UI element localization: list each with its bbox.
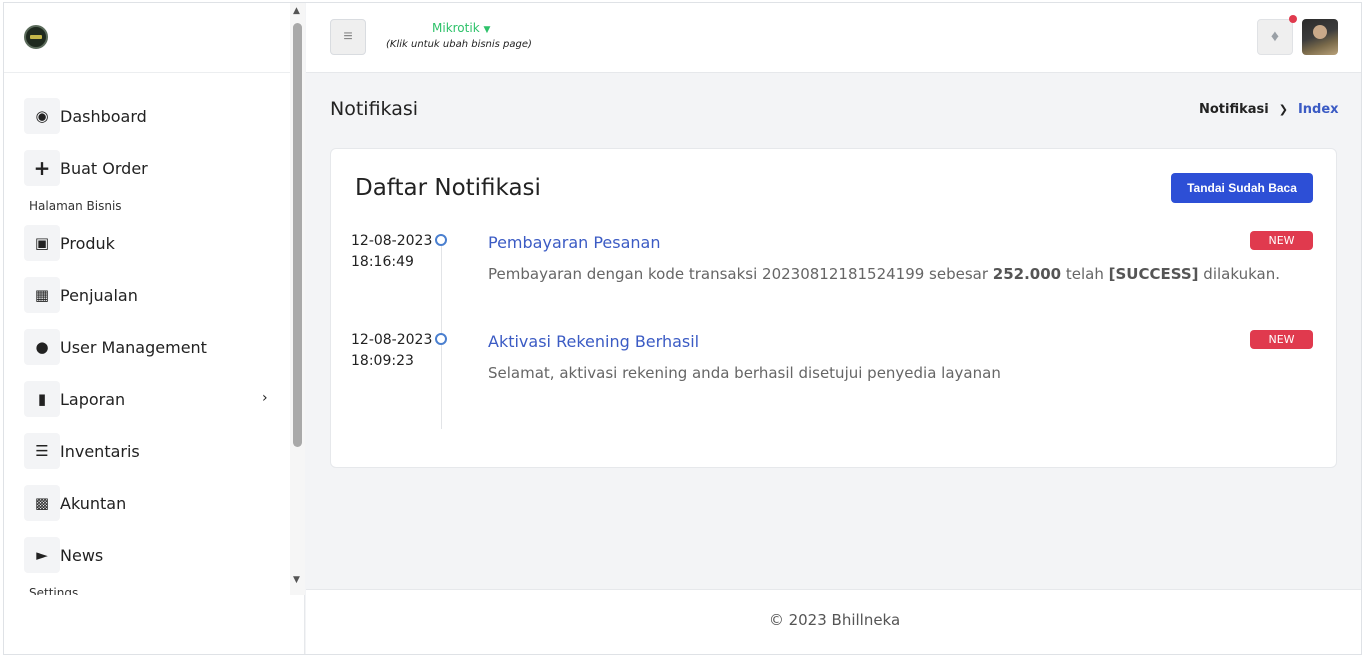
sidebar-scrollbar[interactable]: ▲ ▼: [290, 3, 305, 595]
copyright-text: © 2023 Bhillneka: [768, 611, 901, 629]
caret-down-icon: ▼: [483, 25, 491, 35]
timeline-dot: [435, 333, 447, 345]
new-badge: NEW: [1250, 231, 1313, 250]
card-title: Daftar Notifikasi: [355, 175, 541, 201]
breadcrumb-item-active: Index: [1297, 102, 1339, 117]
notification-datetime: 12-08-2023 18:16:49: [351, 231, 432, 273]
notification-body: Selamat, aktivasi rekening anda berhasil…: [488, 364, 1001, 382]
business-selector[interactable]: Mikrotik ▼: [432, 21, 490, 35]
sidebar-item-label: Produk: [60, 233, 115, 253]
breadcrumb: Notifikasi ❯ Index: [1199, 102, 1339, 117]
sidebar-item-dashboard[interactable]: ◉ Dashboard: [24, 98, 147, 134]
bell-icon: ♦: [1270, 28, 1280, 45]
breadcrumb-item[interactable]: Notifikasi: [1199, 102, 1269, 117]
box-icon: ▣: [24, 225, 60, 261]
notification-body-text: dilakukan.: [1198, 265, 1280, 283]
notification-body-text: Pembayaran dengan kode transaksi 2023081…: [488, 265, 993, 283]
users-icon: ●: [24, 329, 60, 365]
scroll-up-arrow-icon[interactable]: ▲: [293, 6, 300, 16]
notification-date: 12-08-2023: [351, 233, 433, 249]
sidebar-brand: [4, 3, 304, 73]
notification-body: Pembayaran dengan kode transaksi 2023081…: [488, 265, 1280, 283]
sidebar-item-inventaris[interactable]: ☰ Inventaris: [24, 433, 140, 469]
sidebar-menu: ◉ Dashboard + Buat Order Halaman Bisnis …: [4, 73, 290, 595]
sidebar-item-label: Penjualan: [60, 285, 138, 305]
money-icon: ▩: [24, 485, 60, 521]
notification-card: Daftar Notifikasi Tandai Sudah Baca 12-0…: [330, 148, 1337, 468]
sidebar-item-label: News: [60, 545, 104, 565]
sidebar-item-laporan[interactable]: ▮ Laporan ›: [24, 381, 284, 417]
sidebar-item-akuntan[interactable]: ▩ Akuntan: [24, 485, 126, 521]
sidebar-item-produk[interactable]: ▣ Produk: [24, 225, 115, 261]
notification-title[interactable]: Aktivasi Rekening Berhasil: [488, 332, 699, 351]
sidebar-item-user-management[interactable]: ● User Management: [24, 329, 207, 365]
notification-time: 18:09:23: [351, 353, 414, 369]
plus-icon: +: [24, 150, 60, 186]
mark-as-read-button[interactable]: Tandai Sudah Baca: [1171, 173, 1313, 203]
sidebar-header-settings: Settings: [29, 586, 79, 595]
new-badge: NEW: [1250, 330, 1313, 349]
notification-title[interactable]: Pembayaran Pesanan: [488, 233, 661, 252]
notification-amount: 252.000: [992, 265, 1062, 283]
sidebar-item-label: Dashboard: [60, 106, 147, 126]
scrollbar-thumb[interactable]: [293, 23, 302, 447]
notification-date: 12-08-2023: [351, 332, 433, 348]
notification-indicator: [1289, 15, 1297, 23]
notification-status: [SUCCESS]: [1108, 265, 1199, 283]
business-hint: (Klik untuk ubah bisnis page): [386, 39, 532, 50]
sidebar-header-business: Halaman Bisnis: [29, 199, 122, 213]
scroll-down-arrow-icon[interactable]: ▼: [293, 575, 300, 585]
sidebar-item-label: Akuntan: [60, 493, 127, 513]
sidebar-item-news[interactable]: ► News: [24, 537, 103, 573]
megaphone-icon: ►: [24, 537, 60, 573]
brand-logo[interactable]: [24, 25, 48, 49]
sidebar-item-label: Inventaris: [60, 441, 140, 461]
notification-time: 18:16:49: [351, 254, 414, 270]
app-window: ◉ Dashboard + Buat Order Halaman Bisnis …: [3, 2, 1362, 655]
timeline-dot: [435, 234, 447, 246]
menu-toggle-button[interactable]: ≡: [330, 19, 366, 55]
hamburger-icon: ≡: [343, 28, 353, 45]
dashboard-icon: ◉: [24, 98, 60, 134]
business-name: Mikrotik: [432, 21, 480, 35]
sidebar: ◉ Dashboard + Buat Order Halaman Bisnis …: [4, 3, 305, 654]
sidebar-item-label: User Management: [60, 337, 207, 357]
sidebar-item-penjualan[interactable]: ▦ Penjualan: [24, 277, 138, 313]
sidebar-item-label: Buat Order: [60, 158, 148, 178]
user-avatar[interactable]: [1302, 19, 1338, 55]
page-title: Notifikasi: [330, 98, 419, 120]
file-icon: ▮: [24, 381, 60, 417]
inventory-icon: ☰: [24, 433, 60, 469]
chevron-right-icon: ›: [262, 390, 268, 406]
chevron-right-icon: ❯: [1278, 103, 1288, 116]
notification-button[interactable]: ♦: [1257, 19, 1293, 55]
notification-body-text: telah: [1061, 265, 1109, 283]
notification-datetime: 12-08-2023 18:09:23: [351, 330, 432, 372]
topbar: ≡ Mikrotik ▼ (Klik untuk ubah bisnis pag…: [306, 3, 1361, 73]
sidebar-item-label: Laporan: [60, 389, 126, 409]
footer: © 2023 Bhillneka: [306, 589, 1361, 654]
sidebar-item-buat-order[interactable]: + Buat Order: [24, 150, 148, 186]
cart-icon: ▦: [24, 277, 60, 313]
